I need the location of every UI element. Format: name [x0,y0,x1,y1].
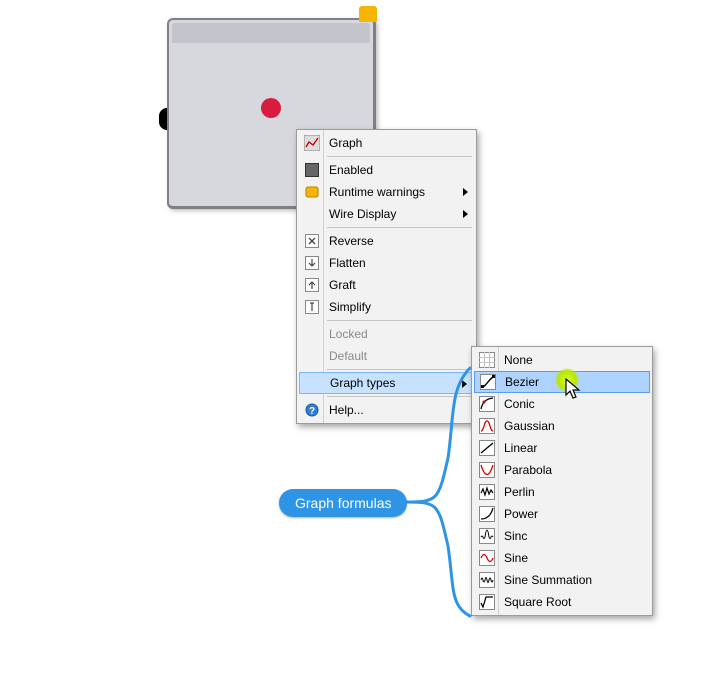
submenu-item-perlin[interactable]: Perlin [474,481,650,503]
menu-separator [327,396,472,397]
blank-icon [300,372,326,394]
none-icon [474,349,500,371]
menu-item-label: Locked [325,327,456,341]
graft-icon [299,274,325,296]
blank-icon [299,203,325,225]
warning-icon [299,181,325,203]
menu-item-runtime-warnings[interactable]: Runtime warnings [299,181,474,203]
power-icon [474,503,500,525]
menu-header-label: Graph [325,136,456,150]
menu-item-wire-display[interactable]: Wire Display [299,203,474,225]
submenu-item-none[interactable]: None [474,349,650,371]
callout-label: Graph formulas [295,495,391,511]
submenu-item-label: Sinc [500,529,632,543]
linear-icon [474,437,500,459]
submenu-item-parabola[interactable]: Parabola [474,459,650,481]
submenu-arrow-icon [463,188,468,196]
menu-item-enabled[interactable]: Enabled [299,159,474,181]
submenu-item-label: Linear [500,441,632,455]
menu-item-label: Enabled [325,163,456,177]
menu-item-label: Simplify [325,300,456,314]
submenu-item-sinc[interactable]: Sinc [474,525,650,547]
sinc-icon [474,525,500,547]
menu-item-label: Graft [325,278,456,292]
submenu-item-label: Power [500,507,632,521]
conic-icon [474,393,500,415]
svg-text:?: ? [309,406,315,417]
menu-separator [327,227,472,228]
menu-item-reverse[interactable]: Reverse [299,230,474,252]
submenu-item-label: Square Root [500,595,632,609]
graph-types-submenu: None Bezier Conic Gaussian Linear Parabo… [471,346,653,616]
context-menu: Graph Enabled Runtime warnings Wire Disp… [296,129,477,424]
menu-item-label: Reverse [325,234,456,248]
gaussian-icon [474,415,500,437]
submenu-item-conic[interactable]: Conic [474,393,650,415]
sinesum-icon [474,569,500,591]
menu-separator [327,156,472,157]
submenu-item-label: Sine Summation [500,573,632,587]
bezier-icon [475,371,501,393]
menu-item-help[interactable]: ? Help... [299,399,474,421]
submenu-item-label: Parabola [500,463,632,477]
menu-item-label: Flatten [325,256,456,270]
graph-icon [299,132,325,154]
menu-item-graft[interactable]: Graft [299,274,474,296]
submenu-item-gaussian[interactable]: Gaussian [474,415,650,437]
enabled-icon [299,159,325,181]
flatten-icon [299,252,325,274]
submenu-item-power[interactable]: Power [474,503,650,525]
menu-item-flatten[interactable]: Flatten [299,252,474,274]
submenu-item-label: None [500,353,632,367]
menu-separator [327,369,472,370]
menu-header: Graph [299,132,474,154]
help-icon: ? [299,399,325,421]
submenu-item-label: Bezier [501,375,631,389]
menu-separator [327,320,472,321]
panel-control-point[interactable] [261,98,281,118]
sqrt-icon [474,591,500,613]
menu-item-label: Graph types [326,376,455,390]
submenu-item-sine[interactable]: Sine [474,547,650,569]
reverse-icon [299,230,325,252]
simplify-icon [299,296,325,318]
submenu-item-sine-summation[interactable]: Sine Summation [474,569,650,591]
submenu-item-square-root[interactable]: Square Root [474,591,650,613]
submenu-item-bezier[interactable]: Bezier [474,371,650,393]
submenu-arrow-icon [463,210,468,218]
submenu-item-label: Sine [500,551,632,565]
menu-item-graph-types[interactable]: Graph types [299,372,474,394]
submenu-item-label: Perlin [500,485,632,499]
menu-item-label: Wire Display [325,207,456,221]
parabola-icon [474,459,500,481]
sine-icon [474,547,500,569]
panel-warning-tag [359,6,377,22]
menu-item-default: Default [299,345,474,367]
perlin-icon [474,481,500,503]
panel-header [172,23,370,43]
blank-icon [299,323,325,345]
blank-icon [299,345,325,367]
menu-item-label: Default [325,349,456,363]
callout-bubble: Graph formulas [279,489,407,517]
menu-item-simplify[interactable]: Simplify [299,296,474,318]
menu-item-label: Help... [325,403,456,417]
panel-input-port[interactable] [159,108,167,130]
submenu-item-label: Gaussian [500,419,632,433]
submenu-item-linear[interactable]: Linear [474,437,650,459]
submenu-arrow-icon [462,380,467,388]
menu-item-label: Runtime warnings [325,185,456,199]
submenu-item-label: Conic [500,397,632,411]
menu-item-locked: Locked [299,323,474,345]
